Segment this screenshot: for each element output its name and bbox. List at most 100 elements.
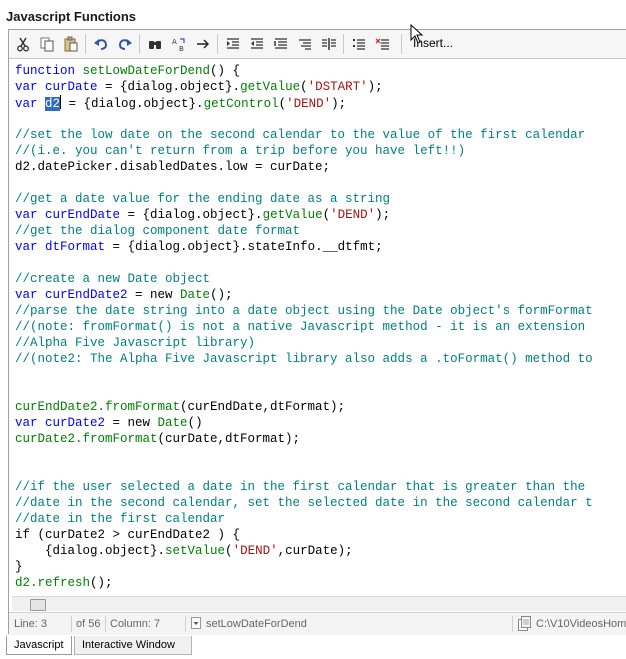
copy-icon[interactable] — [37, 34, 57, 54]
mouse-pointer-icon — [410, 24, 424, 44]
code-line[interactable] — [15, 463, 593, 479]
code-token: ,curDate); — [277, 544, 353, 558]
code-line[interactable] — [15, 175, 593, 191]
code-text[interactable]: function setLowDateForDend() {var curDat… — [15, 63, 593, 591]
code-token: d2.refresh — [15, 576, 91, 590]
code-token: var — [15, 416, 46, 430]
code-token: ); — [367, 80, 383, 94]
status-function[interactable]: setLowDateForDend — [206, 618, 307, 630]
dropdown-icon[interactable] — [191, 617, 201, 632]
code-line[interactable]: function setLowDateForDend() { — [15, 63, 593, 79]
outdent-icon[interactable] — [247, 34, 267, 54]
code-token: = {dialog.object}. — [97, 80, 241, 94]
split-view-icon[interactable] — [319, 34, 339, 54]
redo-icon[interactable] — [115, 34, 135, 54]
code-token: //date in the second calendar, set the s… — [15, 496, 593, 510]
comment-icon[interactable] — [349, 34, 369, 54]
code-line[interactable]: //set the low date on the second calenda… — [15, 127, 593, 143]
code-token: var — [15, 288, 46, 302]
code-line[interactable]: //get the dialog component date format — [15, 223, 593, 239]
code-line[interactable]: {dialog.object}.setValue('DEND',curDate)… — [15, 543, 593, 559]
replace-icon[interactable]: AB — [169, 34, 189, 54]
code-token: if (curDate2 > curEndDate2 ) { — [15, 528, 241, 542]
code-token: ( — [322, 208, 331, 222]
code-token: = {dialog.object}. — [61, 97, 204, 111]
code-token: d2.datePicker.disabledDates.low = curDat… — [15, 160, 331, 174]
code-token: setLowDateForDend — [82, 64, 211, 78]
code-token: ); — [375, 208, 391, 222]
code-line[interactable]: var curEndDate = {dialog.object}.getValu… — [15, 207, 593, 223]
code-line[interactable]: //if the user selected a date in the fir… — [15, 479, 593, 495]
svg-text:B: B — [179, 45, 184, 52]
code-token: getValue — [240, 80, 301, 94]
code-token: curDate2 — [45, 416, 106, 430]
code-token: curDate — [45, 80, 98, 94]
code-token: () — [187, 416, 203, 430]
code-line[interactable]: //date in the first calendar — [15, 511, 593, 527]
code-line[interactable]: //(i.e. you can't return from a trip bef… — [15, 143, 593, 159]
code-token: 'DSTART' — [307, 80, 368, 94]
find-icon[interactable] — [145, 34, 165, 54]
format-icon[interactable] — [271, 34, 291, 54]
status-separator — [512, 616, 513, 632]
code-token: curEndDate — [45, 208, 121, 222]
code-editor[interactable]: function setLowDateForDend() {var curDat… — [12, 61, 626, 597]
code-line[interactable] — [15, 367, 593, 383]
status-line-count: of 56 — [76, 618, 101, 630]
code-line[interactable]: var curEndDate2 = new Date(); — [15, 287, 593, 303]
code-line[interactable]: if (curDate2 > curEndDate2 ) { — [15, 527, 593, 543]
status-separator — [71, 616, 72, 632]
code-token: Date — [180, 288, 211, 302]
code-token: //set the low date on the second calenda… — [15, 128, 586, 142]
code-token: = {dialog.object}.stateInfo.__dtfmt; — [105, 240, 383, 254]
tab-javascript[interactable]: Javascript — [6, 636, 72, 655]
status-separator — [185, 616, 186, 632]
code-line[interactable] — [15, 383, 593, 399]
tab-interactive-window[interactable]: Interactive Window — [74, 636, 192, 655]
selected-text: d2 — [45, 97, 61, 111]
code-line[interactable] — [15, 255, 593, 271]
code-token: var — [15, 240, 46, 254]
indent-icon[interactable] — [223, 34, 243, 54]
code-line[interactable]: d2.refresh(); — [15, 575, 593, 591]
code-line[interactable]: //(note2: The Alpha Five Javascript libr… — [15, 351, 593, 367]
status-path: C:\V10VideosHome — [536, 618, 626, 630]
align-right-icon[interactable] — [295, 34, 315, 54]
cut-icon[interactable] — [13, 34, 33, 54]
code-line[interactable]: curDate2.fromFormat(curDate,dtFormat); — [15, 431, 593, 447]
code-token: curEndDate2 — [45, 288, 128, 302]
code-token: //get the dialog component date format — [15, 224, 301, 238]
code-line[interactable] — [15, 447, 593, 463]
code-token: //Alpha Five Javascript library) — [15, 336, 256, 350]
panel-title: Javascript Functions — [6, 9, 137, 24]
code-line[interactable] — [15, 111, 593, 127]
code-line[interactable]: //create a new Date object — [15, 271, 593, 287]
code-token: function — [15, 64, 83, 78]
paste-icon[interactable] — [61, 34, 81, 54]
code-token: dtFormat — [45, 240, 106, 254]
horizontal-scrollbar[interactable] — [12, 596, 626, 611]
code-line[interactable]: curEndDate2.fromFormat(curEndDate,dtForm… — [15, 399, 593, 415]
status-column: Column: 7 — [110, 618, 161, 630]
code-line[interactable]: var curDate = {dialog.object}.getValue('… — [15, 79, 593, 95]
code-line[interactable]: //Alpha Five Javascript library) — [15, 335, 593, 351]
code-line[interactable]: //parse the date string into a date obje… — [15, 303, 593, 319]
toolbar-separator — [401, 34, 402, 54]
scrollbar-thumb[interactable] — [30, 599, 46, 611]
code-line[interactable]: var dtFormat = {dialog.object}.stateInfo… — [15, 239, 593, 255]
code-token: = {dialog.object}. — [120, 208, 263, 222]
undo-icon[interactable] — [91, 34, 111, 54]
uncomment-icon[interactable] — [373, 34, 393, 54]
code-line[interactable]: var curDate2 = new Date() — [15, 415, 593, 431]
code-line[interactable]: } — [15, 559, 593, 575]
toolbar-separator — [217, 34, 218, 54]
code-line[interactable]: //date in the second calendar, set the s… — [15, 495, 593, 511]
toolbar-separator — [139, 34, 140, 54]
code-line[interactable]: //get a date value for the ending date a… — [15, 191, 593, 207]
code-line[interactable]: d2.datePicker.disabledDates.low = curDat… — [15, 159, 593, 175]
panel-header: Javascript Functions — [0, 0, 626, 28]
code-line[interactable]: var d2 = {dialog.object}.getControl('DEN… — [15, 95, 593, 111]
code-line[interactable]: //(note: fromFormat() is not a native Ja… — [15, 319, 593, 335]
status-bar: Line: 3 of 56 Column: 7 setLowDateForDen… — [9, 612, 626, 635]
goto-arrow-icon[interactable] — [193, 34, 213, 54]
